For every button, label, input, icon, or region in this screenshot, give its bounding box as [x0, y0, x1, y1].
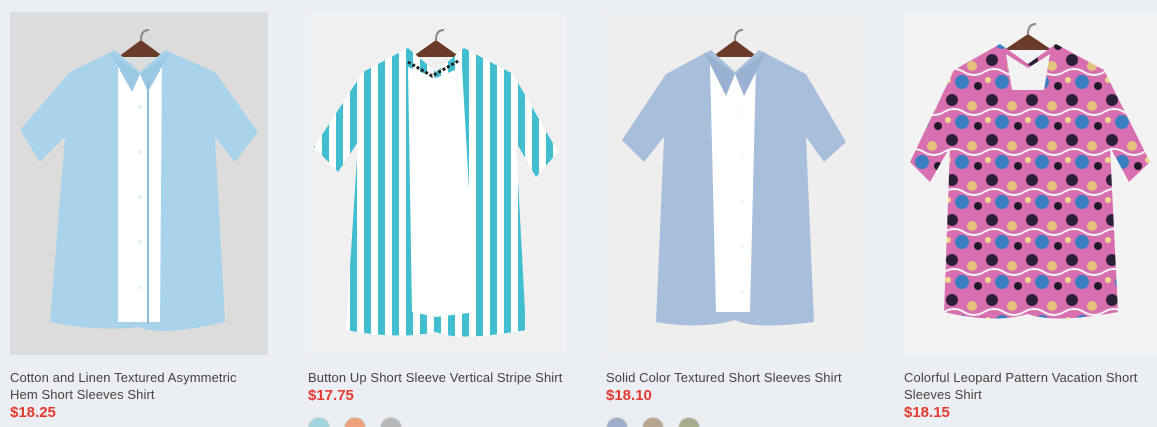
- color-swatch[interactable]: [642, 417, 664, 427]
- product-image[interactable]: [308, 12, 566, 355]
- product-price: $18.15: [904, 404, 950, 421]
- product-price: $17.75: [308, 387, 354, 404]
- product-image[interactable]: [904, 12, 1157, 355]
- color-swatch[interactable]: [380, 417, 402, 427]
- product-title[interactable]: Solid Color Textured Short Sleeves Shirt: [606, 369, 864, 386]
- color-swatches: [308, 417, 402, 427]
- product-grid: Cotton and Linen Textured Asymmetric Hem…: [0, 0, 1157, 427]
- product-title[interactable]: Button Up Short Sleeve Vertical Stripe S…: [308, 369, 566, 386]
- product-image[interactable]: [10, 12, 268, 355]
- color-swatches: [606, 417, 700, 427]
- color-swatch[interactable]: [606, 417, 628, 427]
- color-swatch[interactable]: [678, 417, 700, 427]
- product-card[interactable]: Colorful Leopard Pattern Vacation Short …: [904, 12, 1157, 427]
- product-card[interactable]: Solid Color Textured Short Sleeves Shirt…: [606, 12, 864, 427]
- product-price: $18.25: [10, 404, 56, 421]
- product-card[interactable]: Button Up Short Sleeve Vertical Stripe S…: [308, 12, 566, 427]
- shirt-image-stripe: [314, 29, 558, 337]
- product-card[interactable]: Cotton and Linen Textured Asymmetric Hem…: [10, 12, 268, 427]
- product-price: $18.10: [606, 387, 652, 404]
- shirt-image-leopard: [910, 23, 1150, 319]
- shirt-image-blue: [622, 29, 846, 326]
- color-swatch[interactable]: [308, 417, 330, 427]
- shirt-image-light-blue: [20, 29, 258, 331]
- product-image[interactable]: [606, 12, 864, 355]
- product-title[interactable]: Colorful Leopard Pattern Vacation Short …: [904, 369, 1157, 403]
- color-swatch[interactable]: [344, 417, 366, 427]
- product-title[interactable]: Cotton and Linen Textured Asymmetric Hem…: [10, 369, 268, 403]
